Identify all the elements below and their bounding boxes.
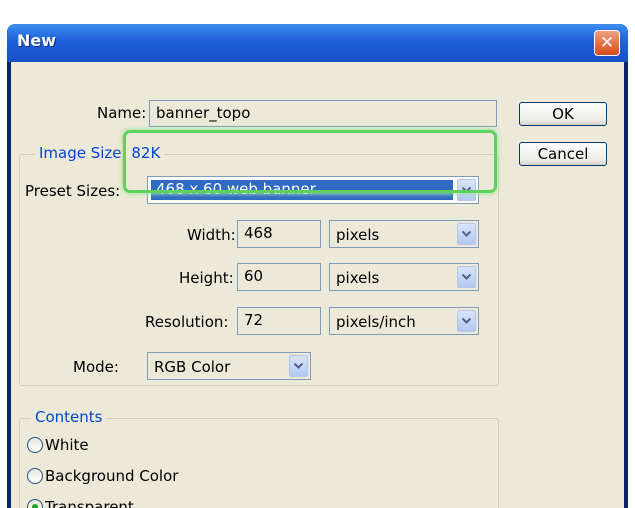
- width-unit-select[interactable]: pixels: [329, 220, 479, 248]
- chevron-down-icon[interactable]: [457, 223, 476, 245]
- height-unit-select[interactable]: pixels: [329, 263, 479, 291]
- close-icon: ✕: [599, 32, 615, 53]
- width-label: Width:: [187, 226, 236, 244]
- contents-group: [19, 418, 499, 508]
- height-label: Height:: [179, 269, 234, 287]
- cancel-button[interactable]: Cancel: [519, 142, 607, 166]
- chevron-down-icon[interactable]: [457, 266, 476, 288]
- chevron-down-icon[interactable]: [457, 310, 476, 332]
- name-label: Name:: [97, 104, 147, 122]
- radio-transparent[interactable]: [27, 499, 43, 508]
- ok-button[interactable]: OK: [519, 102, 607, 126]
- new-dialog: New ✕ Name: banner_topo OK Cancel Image …: [7, 24, 628, 508]
- width-unit-value: pixels: [336, 226, 380, 244]
- close-button[interactable]: ✕: [594, 30, 620, 56]
- radio-transparent-label[interactable]: Transparent: [45, 498, 134, 508]
- radio-white[interactable]: [27, 437, 43, 453]
- width-field[interactable]: 468: [237, 220, 321, 248]
- preset-sizes-label: Preset Sizes:: [25, 182, 121, 200]
- resolution-unit-select[interactable]: pixels/inch: [329, 307, 479, 335]
- radio-background-color[interactable]: [27, 468, 43, 484]
- chevron-down-icon[interactable]: [289, 355, 308, 377]
- radio-white-label[interactable]: White: [45, 436, 89, 454]
- contents-legend: Contents: [31, 408, 107, 426]
- radio-background-color-label[interactable]: Background Color: [45, 467, 178, 485]
- title-bar[interactable]: New ✕: [7, 24, 628, 62]
- mode-label: Mode:: [73, 358, 119, 376]
- dialog-title: New: [17, 31, 57, 50]
- height-unit-value: pixels: [336, 269, 380, 287]
- mode-value: RGB Color: [154, 358, 231, 376]
- resolution-label: Resolution:: [145, 313, 229, 331]
- name-field[interactable]: banner_topo: [149, 100, 497, 127]
- resolution-field[interactable]: 72: [237, 307, 321, 335]
- resolution-unit-value: pixels/inch: [336, 313, 416, 331]
- height-field[interactable]: 60: [237, 263, 321, 291]
- preset-highlight-box: [123, 130, 497, 193]
- dialog-body: Name: banner_topo OK Cancel Image Size: …: [11, 62, 624, 508]
- mode-select[interactable]: RGB Color: [147, 352, 311, 380]
